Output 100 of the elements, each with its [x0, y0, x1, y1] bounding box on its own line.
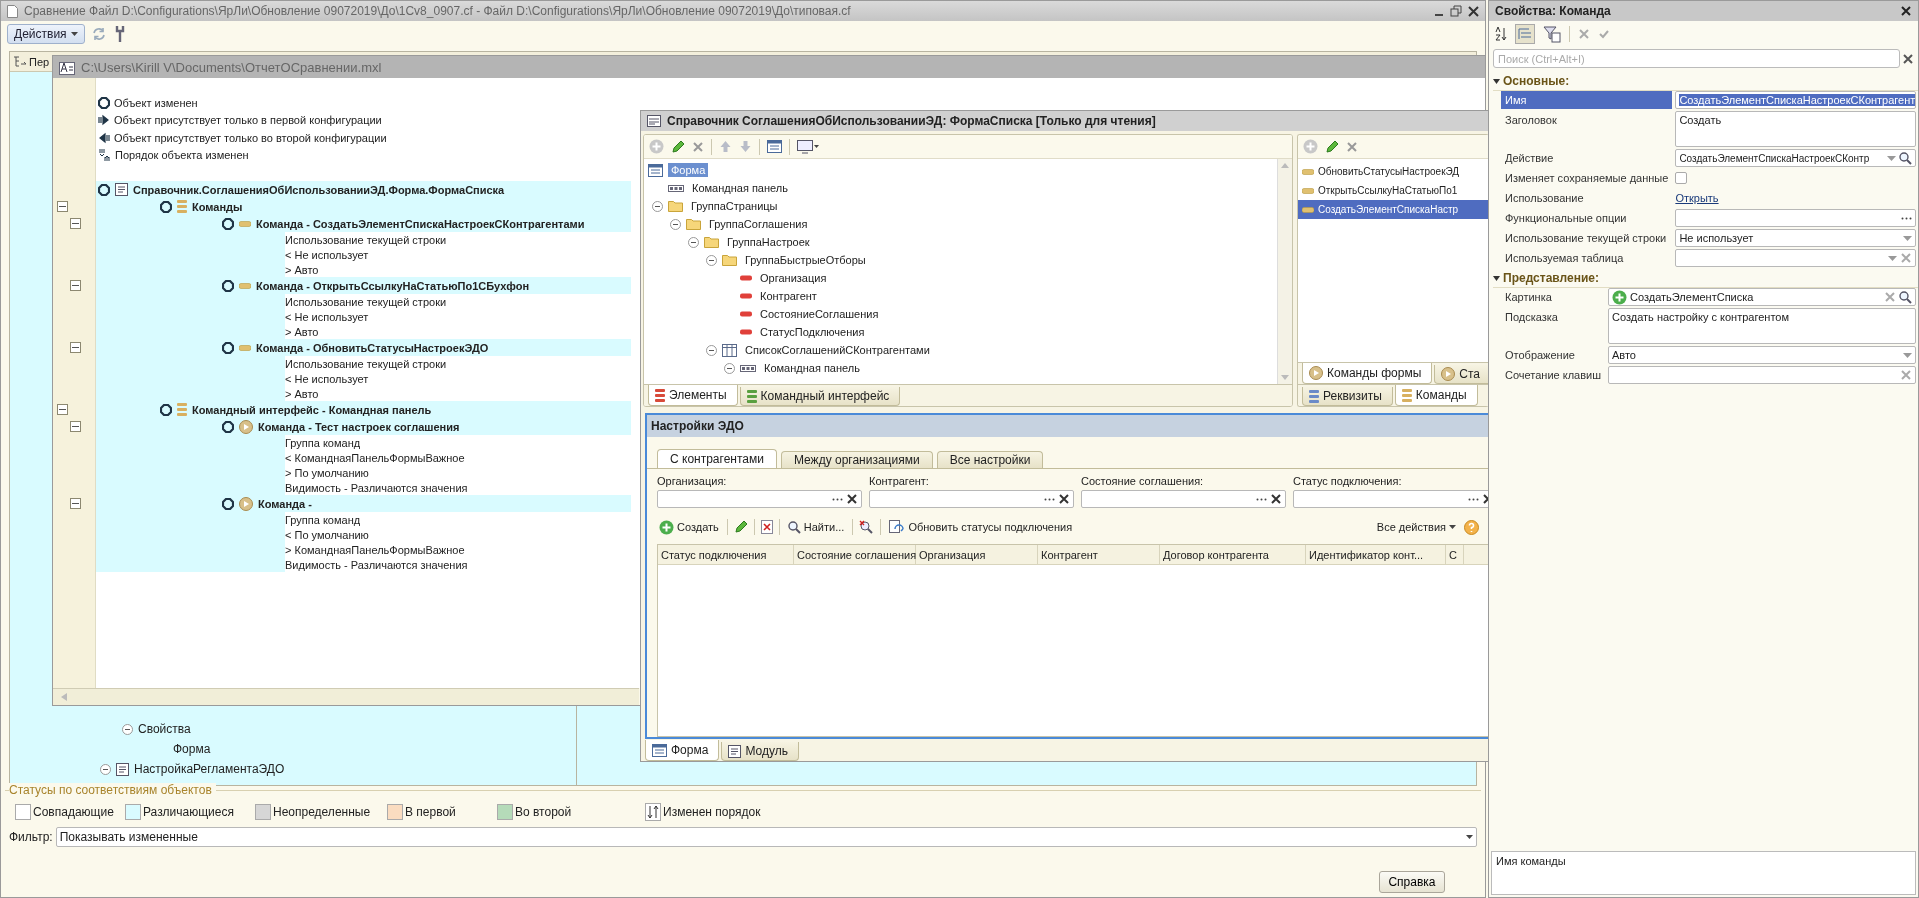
tree-item[interactable]: Контрагент — [757, 289, 820, 303]
collapse-icon[interactable] — [57, 404, 68, 415]
filter-field[interactable] — [1081, 490, 1286, 508]
create-button[interactable]: Создать — [657, 518, 721, 536]
column-header[interactable]: Идентификатор конт... — [1306, 545, 1446, 564]
picture-field[interactable]: СоздатьЭлементСписка — [1608, 288, 1916, 306]
collapse-icon[interactable] — [122, 723, 133, 735]
close-icon[interactable] — [1270, 493, 1282, 505]
column-header[interactable]: Контрагент — [1038, 545, 1160, 564]
text-area[interactable]: Создать настройку с контрагентом — [1608, 308, 1916, 344]
collapse-icon[interactable] — [706, 254, 717, 266]
ellipsis-icon[interactable] — [1256, 497, 1267, 501]
property-label[interactable]: Использование текущей строки — [1501, 229, 1673, 247]
filter-icon[interactable] — [1543, 25, 1561, 43]
name-field[interactable]: СоздатьЭлементСпискаНастроекСКонтрагент — [1675, 91, 1916, 109]
select-field[interactable]: Не использует — [1675, 229, 1916, 247]
tab[interactable]: Модуль — [721, 742, 799, 761]
close-icon[interactable] — [1900, 5, 1912, 17]
close-icon[interactable] — [1058, 493, 1070, 505]
tree-item[interactable]: Организация — [757, 271, 830, 285]
collapse-icon[interactable] — [70, 421, 81, 432]
delete-icon[interactable] — [760, 520, 773, 534]
clear-search-icon[interactable] — [859, 520, 875, 534]
action-field[interactable]: СоздатьЭлементСпискаНастроекСКонтр — [1675, 149, 1916, 167]
collapse-icon[interactable] — [70, 342, 81, 353]
edit-icon[interactable] — [733, 520, 748, 534]
edit-icon[interactable] — [1325, 139, 1339, 154]
collapse-icon[interactable] — [100, 763, 111, 775]
tab[interactable]: Между организациями — [780, 451, 933, 468]
property-label[interactable]: Изменяет сохраняемые данные — [1501, 169, 1673, 187]
collapse-icon[interactable] — [1493, 274, 1500, 282]
find-button[interactable]: Найти... — [785, 518, 847, 536]
column-header[interactable]: Состояние соглашения — [794, 545, 916, 564]
collapse-icon[interactable] — [670, 218, 681, 230]
monitor-icon[interactable] — [797, 139, 819, 154]
property-label[interactable]: Сочетание клавиш — [1501, 366, 1605, 384]
search-icon[interactable] — [787, 520, 801, 534]
shortcut-field[interactable] — [1608, 366, 1916, 384]
property-label[interactable]: Используемая таблица — [1501, 249, 1673, 267]
property-label[interactable]: Подсказка — [1501, 308, 1605, 344]
dropdown-arrow-icon[interactable] — [1887, 155, 1896, 161]
property-label[interactable]: Функциональные опции — [1501, 209, 1673, 227]
tree-item[interactable]: ГруппаБыстрыеОтборы — [742, 253, 869, 267]
tab[interactable]: Команды — [1394, 385, 1478, 406]
ellipsis-icon[interactable] — [1468, 497, 1479, 501]
refresh-status-button[interactable]: Обновить статусы подключения — [887, 518, 1075, 536]
filter-field[interactable] — [869, 490, 1074, 508]
tab[interactable]: Командный интерфейс — [739, 387, 901, 406]
command-item[interactable]: ОбновитьСтатусыНастроекЭД — [1298, 162, 1489, 181]
text-area[interactable]: Создать — [1675, 111, 1916, 147]
search-icon[interactable] — [1899, 151, 1912, 165]
tree-item-label[interactable]: НастройкаРегламентаЭДО — [134, 762, 285, 776]
tree-item-label[interactable]: Свойства — [138, 722, 191, 736]
filter-field[interactable] — [1293, 490, 1489, 508]
property-label[interactable]: Имя — [1501, 91, 1673, 109]
tree-item[interactable]: ГруппаНастроек — [724, 235, 813, 249]
ellipsis-icon[interactable] — [832, 497, 843, 501]
collapse-icon[interactable] — [70, 498, 81, 509]
dropdown-arrow-icon[interactable] — [1888, 255, 1897, 261]
ellipsis-icon[interactable] — [1901, 216, 1912, 220]
restore-icon[interactable] — [1450, 5, 1462, 17]
link[interactable]: Открыть — [1675, 189, 1916, 207]
search-icon[interactable] — [1899, 290, 1912, 304]
checkbox[interactable] — [1675, 172, 1688, 184]
column-header[interactable]: Организация — [916, 545, 1038, 564]
add-icon[interactable] — [1612, 289, 1627, 305]
tab[interactable]: Форма — [645, 740, 720, 761]
column-header[interactable]: Договор контрагента — [1160, 545, 1306, 564]
collapse-icon[interactable] — [1493, 77, 1500, 85]
collapse-icon[interactable] — [57, 201, 68, 212]
close-icon[interactable] — [1902, 52, 1914, 65]
tab[interactable]: С контрагентами — [657, 449, 777, 468]
tab[interactable]: Элементы — [648, 385, 738, 406]
filter-field[interactable] — [657, 490, 862, 508]
property-label[interactable]: Картинка — [1501, 288, 1605, 306]
dropdown-arrow-icon[interactable] — [1903, 352, 1912, 358]
tree-item[interactable]: ГруппаСтраницы — [688, 199, 781, 213]
edit-icon[interactable] — [671, 139, 685, 154]
dropdown-arrow-icon[interactable] — [1903, 235, 1912, 241]
property-label[interactable]: Действие — [1501, 149, 1673, 167]
collapse-icon[interactable] — [70, 280, 81, 291]
tree-item[interactable]: СтатусПодключения — [757, 325, 868, 339]
tree-item-label[interactable]: Форма — [173, 742, 211, 756]
tab[interactable]: Реквизиты — [1302, 387, 1393, 406]
actions-button[interactable]: Действия — [7, 24, 85, 44]
column-header[interactable]: Статус подключения — [658, 545, 794, 564]
tree-item[interactable]: СостояниеСоглашения — [757, 307, 882, 321]
help-button[interactable]: Справка — [1379, 871, 1445, 893]
select-field[interactable]: Авто — [1608, 346, 1916, 364]
property-label[interactable]: Отображение — [1501, 346, 1605, 364]
collapse-icon[interactable] — [70, 218, 81, 229]
sort-icon[interactable] — [1495, 26, 1507, 42]
collapse-icon[interactable] — [724, 362, 735, 374]
close-icon[interactable] — [846, 493, 858, 505]
all-actions-button[interactable]: Все действия — [1374, 518, 1458, 536]
ellipsis-icon[interactable] — [1044, 497, 1055, 501]
command-item[interactable]: ОткрытьСсылкуНаСтатьюПо1 — [1298, 181, 1489, 200]
command-item[interactable]: СоздатьЭлементСпискаНастр — [1298, 200, 1489, 219]
tree-item[interactable]: Командная панель — [761, 361, 863, 375]
select-field[interactable] — [1675, 249, 1916, 267]
